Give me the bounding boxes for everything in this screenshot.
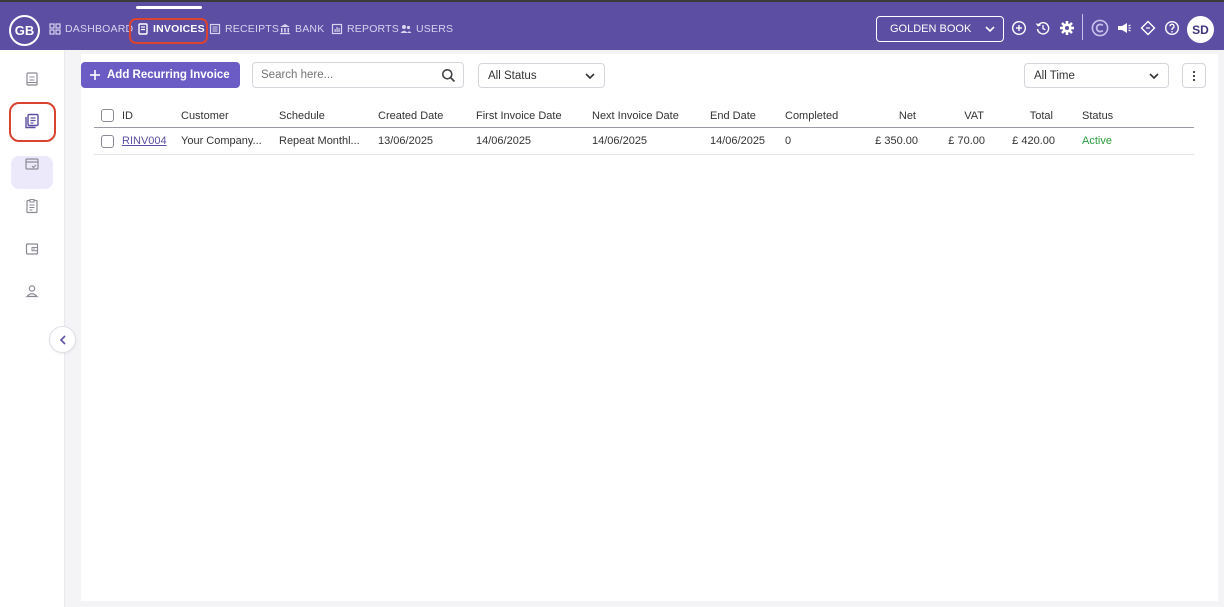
- bank-icon: [280, 24, 290, 35]
- header-created-date[interactable]: Created Date: [378, 104, 443, 127]
- nav-dashboard-label: DASHBOARD: [65, 23, 134, 35]
- wallet-icon[interactable]: [24, 241, 40, 257]
- chevron-down-icon: [985, 26, 995, 33]
- nav-bank-label: BANK: [295, 23, 325, 35]
- table-header: ID Customer Schedule Created Date First …: [94, 104, 1194, 128]
- header-id[interactable]: ID: [122, 104, 133, 127]
- header-vat[interactable]: VAT: [934, 104, 984, 127]
- nav-users[interactable]: USERS: [400, 22, 453, 36]
- select-all-checkbox[interactable]: [101, 109, 114, 122]
- header-end-date[interactable]: End Date: [710, 104, 756, 127]
- nav-reports[interactable]: REPORTS: [331, 22, 399, 36]
- book-selector[interactable]: GOLDEN BOOK: [876, 16, 1004, 42]
- nav-receipts[interactable]: RECEIPTS: [209, 22, 279, 36]
- row-checkbox[interactable]: [101, 134, 114, 148]
- add-recurring-invoice-button[interactable]: Add Recurring Invoice: [81, 62, 240, 88]
- megaphone-icon[interactable]: [1116, 20, 1132, 36]
- completed-cell: 0: [785, 135, 792, 147]
- invoice-id-link[interactable]: RINV004: [122, 128, 167, 154]
- clipboard-icon[interactable]: [24, 198, 40, 214]
- header-net[interactable]: Net: [864, 104, 916, 127]
- header-first-invoice-date[interactable]: First Invoice Date: [476, 104, 562, 127]
- chevron-down-icon: [585, 73, 595, 80]
- header-completed[interactable]: Completed: [785, 104, 838, 127]
- time-filter-value: All Time: [1034, 69, 1075, 82]
- table-row[interactable]: RINV004 Your Company... Repeat Monthl...…: [94, 128, 1194, 155]
- users-icon: [400, 25, 412, 33]
- net-cell: £ 350.00: [875, 135, 918, 147]
- header-total[interactable]: Total: [1004, 104, 1053, 127]
- card-check-icon[interactable]: [24, 156, 40, 172]
- vat-cell: £ 70.00: [948, 135, 985, 147]
- header-customer[interactable]: Customer: [181, 104, 229, 127]
- add-circle-icon[interactable]: [1011, 20, 1027, 36]
- search-icon[interactable]: [441, 68, 456, 83]
- plus-icon: [90, 70, 100, 80]
- nav-receipts-label: RECEIPTS: [225, 23, 280, 35]
- invoices-highlight-box: [129, 18, 208, 44]
- total-cell: £ 420.00: [1012, 135, 1055, 147]
- ticket-icon[interactable]: [1140, 20, 1156, 36]
- search-box[interactable]: [252, 62, 464, 88]
- status-filter-value: All Status: [488, 69, 537, 82]
- report-icon: [331, 23, 343, 35]
- chevron-left-icon: [59, 334, 66, 345]
- grid-icon: [49, 23, 61, 35]
- invoice-icon[interactable]: [24, 71, 40, 87]
- chevron-down-icon: [1149, 73, 1159, 80]
- nav-reports-label: REPORTS: [347, 23, 399, 35]
- end-date-cell: 14/06/2025: [710, 135, 766, 147]
- help-icon[interactable]: [1164, 20, 1180, 36]
- schedule-cell: Repeat Monthl...: [279, 135, 360, 147]
- user-icon[interactable]: [24, 283, 40, 299]
- history-icon[interactable]: [1035, 20, 1051, 36]
- nav-dashboard[interactable]: DASHBOARD: [49, 22, 133, 36]
- status-badge: Active: [1082, 135, 1112, 147]
- first-invoice-date-cell: 14/06/2025: [476, 135, 532, 147]
- add-recurring-invoice-label: Add Recurring Invoice: [107, 69, 230, 81]
- next-invoice-date-cell: 14/06/2025: [592, 135, 648, 147]
- time-filter-dropdown[interactable]: All Time: [1024, 63, 1169, 88]
- header-status[interactable]: Status: [1082, 104, 1113, 127]
- header-schedule[interactable]: Schedule: [279, 104, 325, 127]
- nav-users-label: USERS: [416, 23, 454, 35]
- kebab-menu-icon: [1192, 70, 1196, 81]
- search-input[interactable]: [261, 69, 431, 81]
- app-logo[interactable]: GB: [9, 15, 40, 46]
- status-filter-dropdown[interactable]: All Status: [478, 63, 605, 88]
- toolbar-separator: [1082, 14, 1083, 40]
- book-name: GOLDEN BOOK: [890, 23, 972, 35]
- more-options-button[interactable]: [1182, 63, 1206, 88]
- top-navigation-bar: GB DASHBOARD INVOICES RECEIPTS BANK REPO…: [0, 0, 1224, 50]
- c-badge-icon[interactable]: [1091, 19, 1109, 37]
- gear-icon[interactable]: [1059, 20, 1075, 36]
- nav-bank[interactable]: BANK: [279, 22, 324, 36]
- receipt-icon: [209, 23, 221, 35]
- sidebar-highlight-box: [9, 102, 56, 142]
- customer-cell: Your Company...: [181, 135, 262, 147]
- user-avatar[interactable]: SD: [1187, 16, 1214, 43]
- collapse-sidebar-button[interactable]: [49, 326, 76, 353]
- header-next-invoice-date[interactable]: Next Invoice Date: [592, 104, 679, 127]
- created-date-cell: 13/06/2025: [378, 135, 434, 147]
- active-tab-indicator: [136, 6, 202, 9]
